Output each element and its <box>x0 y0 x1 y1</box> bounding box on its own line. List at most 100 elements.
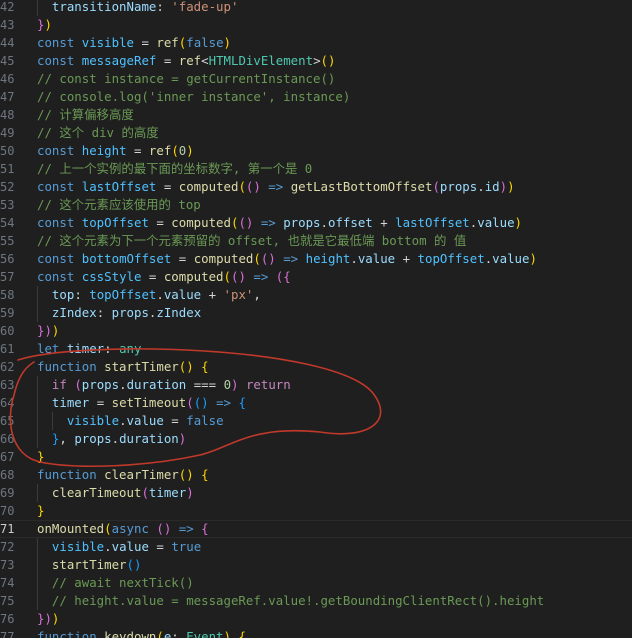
code-line-45[interactable]: 45 const messageRef = ref<HTMLDivElement>… <box>0 52 632 70</box>
code-token: computed <box>178 179 239 194</box>
code-token: ) <box>186 485 194 500</box>
code-line-66[interactable]: 66 }, props.duration) <box>0 430 632 448</box>
code-line-43[interactable]: 43}) <box>0 16 632 34</box>
code-token: () <box>320 53 336 68</box>
code-token: : <box>96 305 112 320</box>
code-line-73[interactable]: 73 startTimer() <box>0 556 632 574</box>
code-token: function <box>37 359 105 374</box>
code-line-44[interactable]: 44 const visible = ref(false) <box>0 34 632 52</box>
line-number: 77 <box>0 630 15 638</box>
code-line-68[interactable]: 68 function clearTimer() { <box>0 466 632 484</box>
code-token: id <box>484 179 500 194</box>
code-line-54[interactable]: 54 const topOffset = computed(() => props… <box>0 214 632 232</box>
code-token: ({ <box>275 269 291 284</box>
code-token: () <box>231 269 246 284</box>
code-token: // 这个 div 的高度 <box>37 125 159 140</box>
code-token: . <box>477 179 485 194</box>
code-token: computed <box>163 269 224 284</box>
code-line-58[interactable]: 58 top: topOffset.value + 'px', <box>0 286 632 304</box>
code-text: const topOffset = computed(() => props.o… <box>37 214 522 232</box>
code-line-47[interactable]: 47 // console.log('inner instance', insta… <box>0 88 632 106</box>
code-token: Event <box>186 629 224 638</box>
code-token: , <box>59 431 75 446</box>
code-line-64[interactable]: 64 timer = setTimeout(() => { <box>0 394 632 412</box>
code-line-50[interactable]: 50 const height = ref(0) <box>0 142 632 160</box>
line-number: 73 <box>0 558 15 572</box>
code-line-75[interactable]: 75 // height.value = messageRef.value!.g… <box>0 592 632 610</box>
code-token: ( <box>141 485 149 500</box>
code-token: true <box>171 539 202 554</box>
code-line-55[interactable]: 55 // 这个元素为下一个元素预留的 offset, 也就是它最低端 botto… <box>0 232 632 250</box>
code-line-52[interactable]: 52 const lastOffset = computed(() => getL… <box>0 178 632 196</box>
code-token: ( <box>74 377 82 392</box>
line-number: 52 <box>0 180 15 194</box>
code-token: value <box>163 287 202 302</box>
code-line-76[interactable]: 76})) <box>0 610 632 628</box>
code-line-57[interactable]: 57 const cssStyle = computed(() => ({ <box>0 268 632 286</box>
code-line-53[interactable]: 53 // 这个元素应该使用的 top <box>0 196 632 214</box>
code-line-77[interactable]: 77 function keydown(e: Event) { <box>0 628 632 638</box>
code-token: function <box>37 467 105 482</box>
code-text: top: topOffset.value + 'px', <box>37 286 261 304</box>
code-token: = <box>148 539 172 554</box>
code-token: = <box>156 53 179 68</box>
code-line-51[interactable]: 51 // 上一个实例的最下面的坐标数字, 第一个是 0 <box>0 160 632 178</box>
line-number: 48 <box>0 108 15 122</box>
code-token: // console.log('inner instance', instanc… <box>37 89 351 104</box>
code-line-61[interactable]: 61 let timer: any <box>0 340 632 358</box>
code-line-48[interactable]: 48 // 计算偏移高度 <box>0 106 632 124</box>
line-number: 69 <box>0 486 15 500</box>
code-line-67[interactable]: 67} <box>0 448 632 466</box>
code-token: ) <box>499 179 508 194</box>
code-token: () <box>178 359 194 374</box>
code-editor[interactable]: 42 transitionName: 'fade-up' 43}) 44 const … <box>0 0 632 638</box>
code-text: const cssStyle = computed(() => ({ <box>37 268 291 286</box>
code-line-63[interactable]: 63 if (props.duration === 0) return <box>0 376 632 394</box>
code-token: { <box>238 629 246 638</box>
code-line-49[interactable]: 49 // 这个 div 的高度 <box>0 124 632 142</box>
code-token: ) <box>231 377 239 392</box>
line-number: 42 <box>0 0 15 14</box>
code-token: . <box>119 377 127 392</box>
code-token: }) <box>37 611 52 626</box>
code-line-65[interactable]: 65 visible.value = false <box>0 412 632 430</box>
code-token: === <box>186 377 224 392</box>
code-token: props <box>81 377 120 392</box>
code-line-74[interactable]: 74 // await nextTick() <box>0 574 632 592</box>
code-token: visible <box>51 539 105 554</box>
code-line-46[interactable]: 46 // const instance = getCurrentInstance… <box>0 70 632 88</box>
code-line-70[interactable]: 70} <box>0 502 632 520</box>
code-token: ( <box>238 179 246 194</box>
code-line-71[interactable]: 71 onMounted(async () => { <box>0 520 632 538</box>
code-line-69[interactable]: 69 clearTimeout(timer) <box>0 484 632 502</box>
code-text: })) <box>37 610 59 628</box>
code-text: // height.value = messageRef.value!.getB… <box>37 592 544 610</box>
code-token: () <box>238 215 254 230</box>
code-token: return <box>238 377 291 392</box>
code-token: const <box>37 269 82 284</box>
code-token: keydown <box>104 629 157 638</box>
code-token: bottomOffset <box>81 251 172 266</box>
code-line-56[interactable]: 56 const bottomOffset = computed(() => he… <box>0 250 632 268</box>
code-token: ) <box>51 611 60 626</box>
code-line-62[interactable]: 62 function startTimer() { <box>0 358 632 376</box>
line-number: 50 <box>0 144 15 158</box>
code-token: const <box>37 179 82 194</box>
code-line-60[interactable]: 60})) <box>0 322 632 340</box>
code-token: => <box>208 395 239 410</box>
line-number: 54 <box>0 216 15 230</box>
code-token: duration <box>119 431 179 446</box>
line-number: 70 <box>0 504 15 518</box>
line-number: 44 <box>0 36 15 50</box>
code-token: () <box>126 557 142 572</box>
code-line-42[interactable]: 42 transitionName: 'fade-up' <box>0 0 632 16</box>
code-line-59[interactable]: 59 zIndex: props.zIndex <box>0 304 632 322</box>
code-token: { <box>201 359 209 374</box>
line-number: 53 <box>0 198 15 212</box>
code-line-72[interactable]: 72 visible.value = true <box>0 538 632 556</box>
line-number: 43 <box>0 18 15 32</box>
